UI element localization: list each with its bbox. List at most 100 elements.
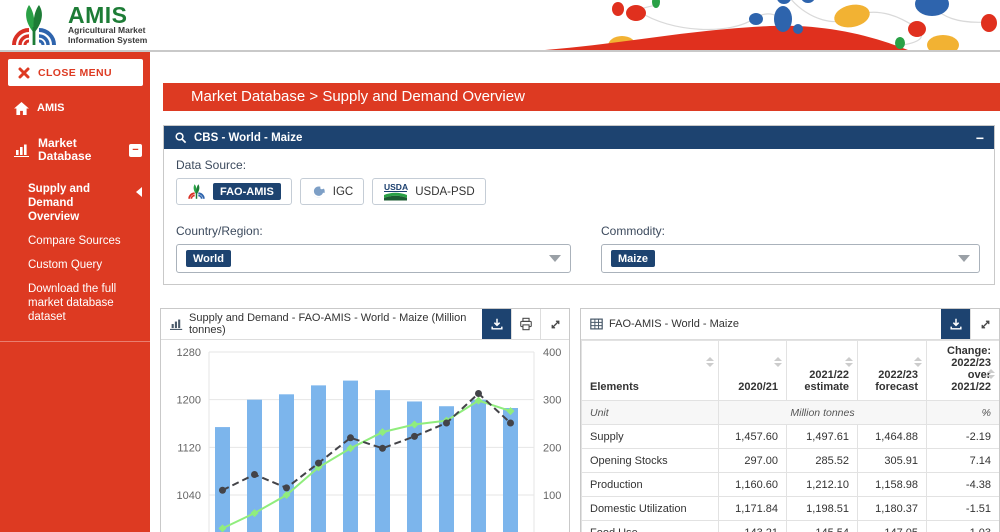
sidebar-item-download-dataset[interactable]: Download the full market database datase… (0, 277, 150, 329)
chart-download-button[interactable] (482, 309, 511, 339)
source-label: IGC (333, 186, 353, 198)
col-header-elements: Elements (582, 341, 719, 401)
active-caret-icon (136, 187, 142, 197)
col-header-2021-22: 2021/22 estimate (787, 341, 858, 401)
search-icon (174, 131, 187, 144)
unit-label: Unit (582, 401, 719, 425)
supply-demand-chart: 1280400120030011202001040100 (161, 340, 569, 532)
svg-text:1200: 1200 (177, 395, 201, 407)
bar-chart-icon (14, 143, 30, 157)
cell-value: 1,212.10 (787, 473, 858, 497)
cell-value: -2.19 (927, 425, 1000, 449)
filters-panel-title: CBS - World - Maize (194, 132, 302, 144)
svg-text:USDA: USDA (384, 182, 408, 192)
cell-element: Production (582, 473, 719, 497)
cell-value: 1,171.84 (719, 497, 787, 521)
source-label: USDA-PSD (415, 186, 474, 198)
table-panel: FAO-AMIS - World - Maize (580, 308, 1000, 532)
table-row: Domestic Utilization1,171.841,198.511,18… (582, 497, 1000, 521)
svg-text:1040: 1040 (177, 490, 201, 502)
table-row: Food Use143.21145.54147.051.03 (582, 521, 1000, 532)
cell-value: -4.38 (927, 473, 1000, 497)
table-icon (590, 318, 603, 330)
amis-plant-icon (8, 3, 60, 47)
bar-chart-icon (170, 318, 183, 330)
logo-title: AMIS (68, 5, 147, 26)
printer-icon (519, 317, 533, 331)
sort-icon[interactable] (706, 357, 714, 367)
chart-print-button[interactable] (511, 309, 540, 339)
header-illustration (340, 0, 1000, 50)
svg-text:300: 300 (543, 395, 561, 407)
cell-value: 1.03 (927, 521, 1000, 532)
cell-value: 143.21 (719, 521, 787, 532)
download-icon (490, 317, 504, 331)
top-header: AMIS Agricultural Market Information Sys… (0, 0, 1000, 52)
cell-value: 285.52 (787, 449, 858, 473)
cell-value: 147.05 (858, 521, 927, 532)
unit-row: Unit Million tonnes % (582, 401, 1000, 425)
chevron-down-icon (549, 255, 561, 262)
home-icon (14, 102, 29, 115)
sidebar-item-market-database[interactable]: Market Database − (0, 133, 150, 167)
close-icon (18, 67, 30, 79)
cell-value: 297.00 (719, 449, 787, 473)
sidebar-item-amis[interactable]: AMIS (0, 98, 150, 119)
unit-tonnes: Million tonnes (719, 401, 927, 425)
cell-value: 145.54 (787, 521, 858, 532)
cell-element: Domestic Utilization (582, 497, 719, 521)
table-download-button[interactable] (941, 309, 970, 339)
svg-text:400: 400 (543, 347, 561, 359)
igc-logo-icon (311, 184, 326, 199)
table-row: Supply1,457.601,497.611,464.88-2.19 (582, 425, 1000, 449)
collapse-panel-button[interactable]: − (976, 131, 984, 145)
chart-expand-button[interactable] (540, 309, 569, 339)
cell-value: 1,180.37 (858, 497, 927, 521)
chart-panel-title: Supply and Demand - FAO-AMIS - World - M… (189, 312, 476, 336)
sidebar-item-custom-query[interactable]: Custom Query (0, 253, 150, 277)
chart-panel-header: Supply and Demand - FAO-AMIS - World - M… (161, 309, 569, 340)
chart-panel: Supply and Demand - FAO-AMIS - World - M… (160, 308, 570, 532)
usda-logo-icon: USDA (383, 182, 408, 201)
country-value-chip: World (186, 250, 231, 267)
source-button-fao-amis[interactable]: FAO-AMIS (176, 178, 292, 205)
data-source-label: Data Source: (176, 158, 982, 172)
main-content: Market Database > Supply and Demand Over… (150, 52, 1000, 532)
country-select[interactable]: World (176, 244, 571, 273)
cell-value: 305.91 (858, 449, 927, 473)
sidebar-item-label: AMIS (37, 102, 142, 115)
filters-panel: CBS - World - Maize − Data Source: (163, 125, 995, 285)
sidebar-item-label: Supply and Demand Overview (28, 182, 124, 224)
sidebar-item-supply-demand-overview[interactable]: Supply and Demand Overview (0, 177, 150, 229)
table-expand-button[interactable] (970, 309, 999, 339)
svg-text:1280: 1280 (177, 347, 201, 359)
svg-text:200: 200 (543, 442, 561, 454)
col-header-2020-21: 2020/21 (719, 341, 787, 401)
source-button-usda-psd[interactable]: USDA USDA-PSD (372, 178, 485, 205)
sidebar-item-compare-sources[interactable]: Compare Sources (0, 229, 150, 253)
source-button-igc[interactable]: IGC (300, 178, 364, 205)
cell-element: Supply (582, 425, 719, 449)
fao-amis-mini-logo-icon (187, 183, 206, 200)
data-table: Elements 2020/21 2021/22 estimate 2022/2… (581, 340, 1000, 532)
unit-percent: % (927, 401, 1000, 425)
table-header-row: Elements 2020/21 2021/22 estimate 2022/2… (582, 341, 1000, 401)
sort-icon[interactable] (914, 357, 922, 367)
sidebar-item-label: Download the full market database datase… (28, 282, 140, 324)
sort-icon[interactable] (987, 369, 995, 379)
amis-logo[interactable]: AMIS Agricultural Market Information Sys… (8, 3, 147, 47)
expand-icon (979, 318, 992, 331)
commodity-select[interactable]: Maize (601, 244, 980, 273)
download-icon (949, 317, 963, 331)
sort-icon[interactable] (845, 357, 853, 367)
close-menu-button[interactable]: CLOSE MENU (8, 59, 143, 86)
sort-icon[interactable] (774, 357, 782, 367)
cell-value: 1,160.60 (719, 473, 787, 497)
collapse-section-icon[interactable]: − (129, 144, 142, 157)
svg-text:1120: 1120 (177, 442, 201, 454)
col-header-change: Change: 2022/23 over 2021/22 (927, 341, 1000, 401)
cell-value: 1,457.60 (719, 425, 787, 449)
cell-element: Opening Stocks (582, 449, 719, 473)
col-header-2022-23: 2022/23 forecast (858, 341, 927, 401)
country-label: Country/Region: (176, 224, 571, 238)
